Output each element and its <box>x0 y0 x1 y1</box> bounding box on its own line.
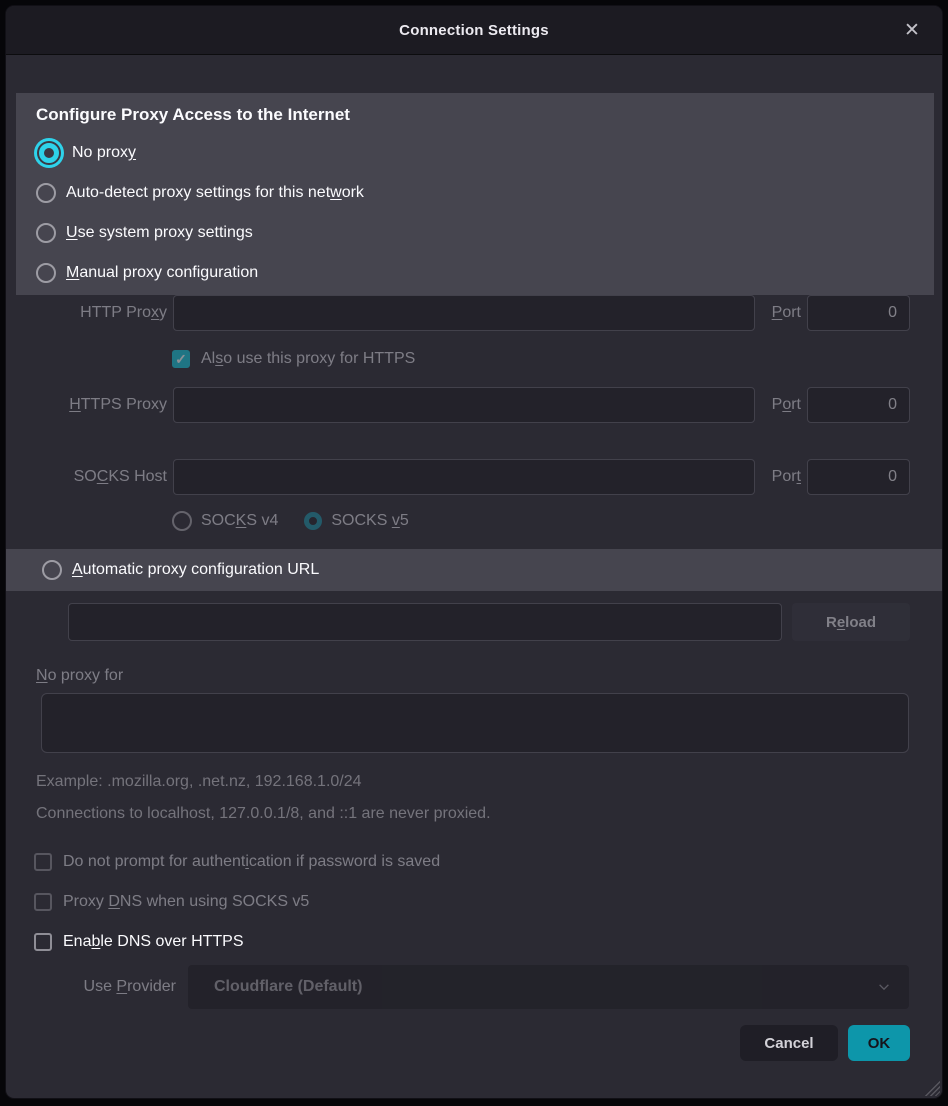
radio-automatic-url[interactable]: Automatic proxy configuration URL <box>6 549 942 591</box>
no-proxy-for-label: No proxy for <box>36 667 942 685</box>
radio-label: No proxy <box>72 144 136 162</box>
http-proxy-input <box>173 295 755 331</box>
http-proxy-row: HTTP Proxy Port <box>16 295 910 331</box>
share-proxy-checkbox-row: ✓ Also use this proxy for HTTPS <box>172 347 942 371</box>
https-proxy-input <box>173 387 755 423</box>
http-port-label: Port <box>761 304 801 322</box>
manual-proxy-section: HTTP Proxy Port ✓ Also use this proxy fo… <box>6 295 942 533</box>
checkbox-label: Do not prompt for authentication if pass… <box>63 853 440 871</box>
http-proxy-label: HTTP Proxy <box>16 304 167 322</box>
radio-button-icon <box>39 143 59 163</box>
resize-grip[interactable] <box>925 1081 940 1096</box>
automatic-url-controls: Reload <box>6 603 942 641</box>
socks-port-label: Port <box>761 468 801 486</box>
radio-label: Manual proxy configuration <box>66 264 258 282</box>
socks-port-input <box>807 459 910 495</box>
dialog-footer: Cancel OK <box>6 1025 910 1061</box>
radio-label: Use system proxy settings <box>66 224 253 242</box>
https-port-input <box>807 387 910 423</box>
radio-auto-detect[interactable]: Auto-detect proxy settings for this netw… <box>36 173 934 213</box>
doh-provider-row: Use Provider Cloudflare (Default) <box>6 965 909 1009</box>
group-heading: Configure Proxy Access to the Internet <box>36 105 934 125</box>
radio-button-icon <box>172 511 192 531</box>
socks-host-row: SOCKS Host Port <box>16 459 910 495</box>
chevron-down-icon <box>877 980 891 994</box>
checkbox-label: Proxy DNS when using SOCKS v5 <box>63 893 309 911</box>
radio-label: SOCKS v5 <box>331 512 408 530</box>
provider-selected-value: Cloudflare (Default) <box>214 978 877 996</box>
radio-button-icon <box>304 512 322 530</box>
radio-label: SOCKS v4 <box>201 512 278 530</box>
checkbox-unchecked-icon <box>34 853 52 871</box>
http-port-input <box>807 295 910 331</box>
no-proxy-example-text: Example: .mozilla.org, .net.nz, 192.168.… <box>36 773 912 791</box>
radio-button-icon <box>36 223 56 243</box>
checkbox-unchecked-icon <box>34 933 52 951</box>
checkbox-proxy-dns: Proxy DNS when using SOCKS v5 <box>34 893 942 911</box>
localhost-note-text: Connections to localhost, 127.0.0.1/8, a… <box>36 805 912 823</box>
radio-button-icon <box>36 263 56 283</box>
close-icon[interactable]: ✕ <box>900 18 924 42</box>
radio-socks-v5: SOCKS v5 <box>304 512 408 530</box>
socks-host-label: SOCKS Host <box>16 468 167 486</box>
proxy-mode-group: Configure Proxy Access to the Internet N… <box>16 93 934 295</box>
https-proxy-row: HTTPS Proxy Port <box>16 387 910 423</box>
dialog-titlebar: Connection Settings ✕ <box>6 6 942 55</box>
https-port-label: Port <box>761 396 801 414</box>
checkbox-unchecked-icon <box>34 893 52 911</box>
use-provider-label: Use Provider <box>6 978 176 996</box>
no-proxy-for-textarea <box>41 693 909 753</box>
connection-settings-dialog: Connection Settings ✕ Configure Proxy Ac… <box>6 6 942 1098</box>
radio-socks-v4: SOCKS v4 <box>172 511 278 531</box>
checkbox-enable-doh[interactable]: Enable DNS over HTTPS <box>34 933 942 951</box>
checkbox-no-prompt-auth: Do not prompt for authentication if pass… <box>34 853 942 871</box>
radio-system-proxy[interactable]: Use system proxy settings <box>36 213 934 253</box>
automatic-url-input <box>68 603 782 641</box>
checkbox-label: Enable DNS over HTTPS <box>63 933 244 951</box>
no-proxy-for-section: No proxy for Example: .mozilla.org, .net… <box>6 667 942 823</box>
socks-host-input <box>173 459 755 495</box>
socks-version-row: SOCKS v4 SOCKS v5 <box>172 509 942 533</box>
share-proxy-label: Also use this proxy for HTTPS <box>201 350 415 368</box>
provider-dropdown: Cloudflare (Default) <box>188 965 909 1009</box>
checkbox-checked-icon: ✓ <box>172 350 190 368</box>
radio-button-icon <box>36 183 56 203</box>
radio-no-proxy[interactable]: No proxy <box>36 133 934 173</box>
radio-label: Auto-detect proxy settings for this netw… <box>66 184 364 202</box>
radio-label: Automatic proxy configuration URL <box>72 561 319 579</box>
automatic-url-row: Reload <box>68 603 910 641</box>
cancel-button[interactable]: Cancel <box>740 1025 838 1061</box>
https-proxy-label: HTTPS Proxy <box>16 396 167 414</box>
ok-button[interactable]: OK <box>848 1025 910 1061</box>
radio-manual-proxy[interactable]: Manual proxy configuration <box>36 253 934 293</box>
reload-button: Reload <box>792 603 910 641</box>
radio-button-icon <box>42 560 62 580</box>
dialog-title: Connection Settings <box>399 22 549 39</box>
